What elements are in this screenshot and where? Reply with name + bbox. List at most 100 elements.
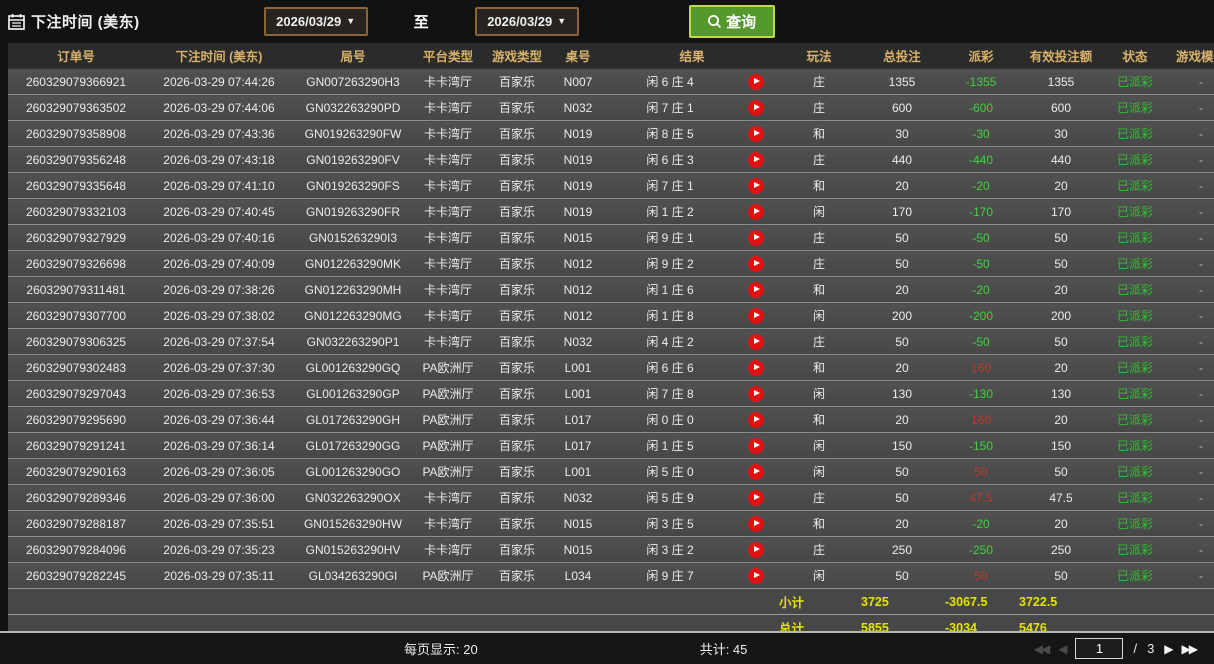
play-result-icon[interactable] [748, 438, 764, 454]
valid-bet-cell: 200 [1018, 303, 1104, 329]
table-no-cell: L017 [550, 433, 606, 459]
play-result-icon[interactable] [748, 490, 764, 506]
col-table-no: 桌号 [550, 43, 606, 69]
mode-cell: - [1166, 225, 1214, 251]
order-cell: 260329079302483 [8, 355, 144, 381]
result-cell: 闲 0 庄 0 [606, 407, 734, 433]
bet-side-cell: 和 [778, 173, 860, 199]
total-bet-cell: 20 [860, 355, 944, 381]
query-button[interactable]: 查询 [689, 5, 775, 38]
subtotal-label: 小计 [778, 589, 860, 615]
total-bet-cell: 600 [860, 95, 944, 121]
table-no-cell: N007 [550, 69, 606, 95]
status-cell: 已派彩 [1104, 95, 1166, 121]
play-result-icon[interactable] [748, 230, 764, 246]
status-cell: 已派彩 [1104, 69, 1166, 95]
payout-cell: 160 [944, 407, 1018, 433]
round-cell: GN019263290FV [294, 147, 412, 173]
play-result-icon[interactable] [748, 74, 764, 90]
valid-bet-cell: 20 [1018, 277, 1104, 303]
play-result-icon[interactable] [748, 256, 764, 272]
status-cell: 已派彩 [1104, 433, 1166, 459]
play-result-icon[interactable] [748, 360, 764, 376]
platform-cell: PA欧洲厅 [412, 381, 484, 407]
total-bet-cell: 1355 [860, 69, 944, 95]
platform-cell: 卡卡湾厅 [412, 537, 484, 563]
payout-cell: -250 [944, 537, 1018, 563]
round-cell: GN012263290MG [294, 303, 412, 329]
order-cell: 260329079288187 [8, 511, 144, 537]
bet-time-cell: 2026-03-29 07:35:51 [144, 511, 294, 537]
platform-cell: 卡卡湾厅 [412, 147, 484, 173]
table-body: 2603290793669212026-03-29 07:44:26GN0072… [8, 69, 1214, 589]
result-cell: 闲 7 庄 1 [606, 173, 734, 199]
play-result-icon[interactable] [748, 100, 764, 116]
date-to-picker[interactable]: 2026/03/29 ▼ [475, 7, 579, 36]
status-cell: 已派彩 [1104, 563, 1166, 589]
play-result-icon[interactable] [748, 152, 764, 168]
prev-page-icon[interactable]: ◀ [1058, 642, 1065, 656]
date-from-picker[interactable]: 2026/03/29 ▼ [264, 7, 368, 36]
play-result-icon[interactable] [748, 178, 764, 194]
play-result-icon[interactable] [748, 282, 764, 298]
play-result-icon[interactable] [748, 334, 764, 350]
order-cell: 260329079326698 [8, 251, 144, 277]
total-bet-cell: 30 [860, 121, 944, 147]
round-cell: GN012263290MK [294, 251, 412, 277]
result-cell: 闲 1 庄 5 [606, 433, 734, 459]
bet-side-cell: 和 [778, 121, 860, 147]
play-result-icon[interactable] [748, 568, 764, 584]
status-cell: 已派彩 [1104, 511, 1166, 537]
status-cell: 已派彩 [1104, 381, 1166, 407]
round-cell: GN015263290HW [294, 511, 412, 537]
table-row: 2603290793063252026-03-29 07:37:54GN0322… [8, 329, 1214, 355]
mode-cell: - [1166, 303, 1214, 329]
bet-time-cell: 2026-03-29 07:41:10 [144, 173, 294, 199]
bet-records-page: 下注时间 (美东) 2026/03/29 ▼ 至 2026/03/29 ▼ 查询 [0, 0, 1214, 664]
bet-time-cell: 2026-03-29 07:44:06 [144, 95, 294, 121]
col-round: 局号 [294, 43, 412, 69]
table-no-cell: N019 [550, 121, 606, 147]
game-type-cell: 百家乐 [484, 563, 550, 589]
result-cell: 闲 9 庄 7 [606, 563, 734, 589]
play-result-icon[interactable] [748, 464, 764, 480]
result-cell: 闲 8 庄 5 [606, 121, 734, 147]
payout-cell: -50 [944, 225, 1018, 251]
play-result-icon[interactable] [748, 126, 764, 142]
page-number-input[interactable]: 1 [1075, 638, 1123, 659]
round-cell: GN032263290OX [294, 485, 412, 511]
play-result-icon[interactable] [748, 204, 764, 220]
last-page-icon[interactable]: ▶▶ [1182, 642, 1196, 656]
round-cell: GN032263290PD [294, 95, 412, 121]
play-result-icon[interactable] [748, 542, 764, 558]
bet-time-cell: 2026-03-29 07:38:02 [144, 303, 294, 329]
mode-cell: - [1166, 459, 1214, 485]
col-status: 状态 [1104, 43, 1166, 69]
valid-bet-cell: 1355 [1018, 69, 1104, 95]
play-cell [734, 407, 778, 433]
table-no-cell: N032 [550, 329, 606, 355]
game-type-cell: 百家乐 [484, 537, 550, 563]
order-cell: 260329079335648 [8, 173, 144, 199]
total-bet-cell: 50 [860, 563, 944, 589]
play-cell [734, 69, 778, 95]
status-cell: 已派彩 [1104, 303, 1166, 329]
game-type-cell: 百家乐 [484, 433, 550, 459]
mode-cell: - [1166, 329, 1214, 355]
table-row: 2603290792970432026-03-29 07:36:53GL0012… [8, 381, 1214, 407]
play-result-icon[interactable] [748, 308, 764, 324]
result-cell: 闲 6 庄 3 [606, 147, 734, 173]
play-result-icon[interactable] [748, 412, 764, 428]
first-page-icon[interactable]: ◀◀ [1034, 642, 1048, 656]
platform-cell: 卡卡湾厅 [412, 69, 484, 95]
round-cell: GN015263290HV [294, 537, 412, 563]
next-page-icon[interactable]: ▶ [1164, 642, 1171, 656]
play-result-icon[interactable] [748, 516, 764, 532]
play-result-icon[interactable] [748, 386, 764, 402]
table-no-cell: N032 [550, 485, 606, 511]
mode-cell: - [1166, 511, 1214, 537]
mode-cell: - [1166, 407, 1214, 433]
mode-cell: - [1166, 355, 1214, 381]
platform-cell: 卡卡湾厅 [412, 277, 484, 303]
result-cell: 闲 5 庄 0 [606, 459, 734, 485]
